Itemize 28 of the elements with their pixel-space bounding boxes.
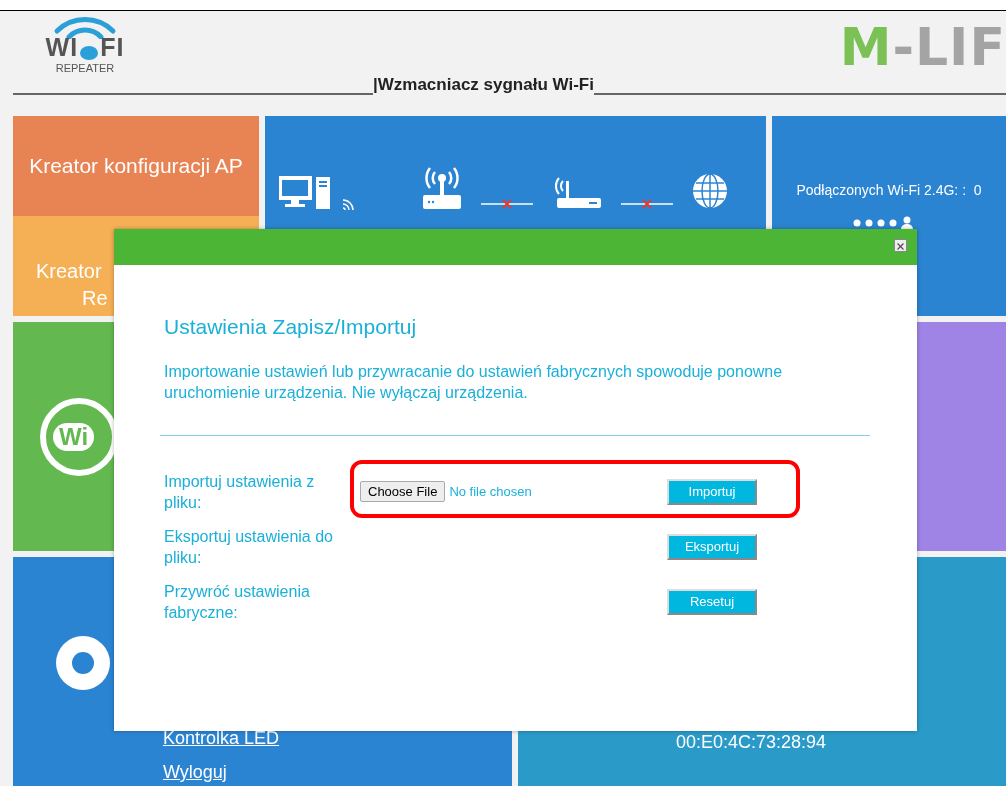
disconnected-icon bbox=[481, 198, 533, 210]
setting-label: Przywróć ustawienia fabryczne: bbox=[164, 581, 311, 623]
wifi-badge-text: Wi bbox=[53, 422, 95, 451]
logo-text: FI bbox=[100, 35, 125, 60]
logo-subtitle: REPEATER bbox=[55, 62, 115, 74]
menu-link[interactable]: Wyloguj bbox=[163, 762, 280, 783]
action-button[interactable]: Importuj bbox=[667, 478, 757, 505]
wifi-arcs-icon bbox=[53, 17, 117, 39]
close-button[interactable] bbox=[894, 239, 907, 252]
page-title: |Wzmacniacz sygnału Wi-Fi bbox=[373, 75, 594, 95]
globe-icon bbox=[691, 172, 729, 210]
dialog-message: Importowanie ustawień lub przywracanie do ustawień fabrycznych spowoduje ponowne uruchomienie urządzenia. Nie wyłączaj urządzenia. bbox=[164, 362, 784, 403]
action-button[interactable]: Eksportuj bbox=[667, 533, 757, 560]
disconnected-icon bbox=[621, 198, 673, 210]
dialog-title: Ustawienia Zapisz/Importuj bbox=[164, 315, 418, 339]
wizard-tile[interactable]: Kreator konfiguracji AP bbox=[13, 116, 259, 216]
menu-link[interactable]: Kontrolka LED bbox=[163, 728, 280, 749]
connected-count: Podłączonych Wi-Fi 2.4G: : 0 bbox=[796, 182, 982, 198]
file-status: No file chosen bbox=[449, 484, 532, 499]
setting-label: Importuj ustawienia z pliku: bbox=[164, 471, 316, 513]
dot-icon bbox=[80, 46, 99, 60]
setting-label: Eksportuj ustawienia do pliku: bbox=[164, 526, 334, 568]
mac-address: 00:E0:4C:73:28:94 bbox=[676, 732, 827, 753]
brand-logo: M-LIF bbox=[839, 21, 1006, 73]
logo-text: WI bbox=[45, 35, 79, 60]
choose-file-button[interactable]: Choose File bbox=[360, 481, 446, 502]
action-button[interactable]: Resetuj bbox=[667, 588, 757, 615]
signal-icon bbox=[341, 196, 355, 210]
